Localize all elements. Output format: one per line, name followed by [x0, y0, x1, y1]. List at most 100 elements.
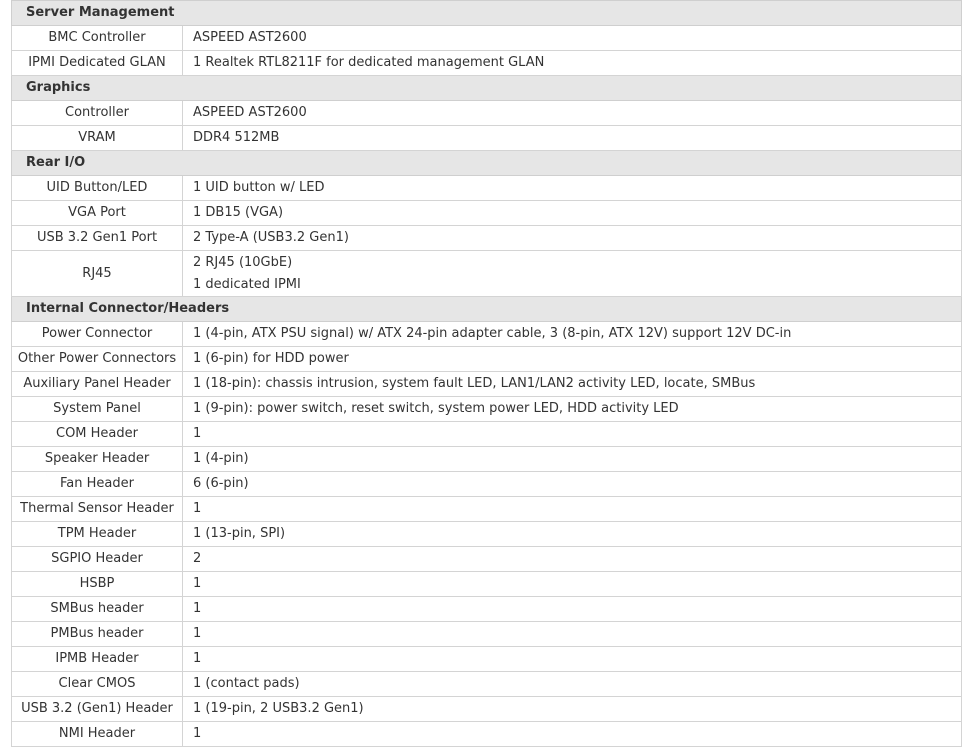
spec-value-line: 1 (19-pin, 2 USB3.2 Gen1): [193, 701, 364, 716]
spec-label: System Panel: [11, 396, 183, 422]
spec-value-line: 1 (13-pin, SPI): [193, 526, 286, 541]
table-row: Auxiliary Panel Header 1 (18-pin): chassi…: [11, 371, 963, 397]
spec-value: 2 Type-A (USB3.2 Gen1): [181, 225, 963, 251]
table-row: IPMI Dedicated GLAN 1 Realtek RTL8211F fo…: [11, 50, 963, 76]
table-row: SGPIO Header 2: [11, 546, 963, 572]
spec-value: 1 (6-pin) for HDD power: [181, 346, 963, 372]
spec-value-line: 1 Realtek RTL8211F for dedicated managem…: [193, 55, 545, 70]
spec-label: USB 3.2 Gen1 Port: [11, 225, 183, 251]
table-row: Controller ASPEED AST2600: [11, 100, 963, 126]
spec-label: Controller: [11, 100, 183, 126]
spec-label: Other Power Connectors: [11, 346, 183, 372]
spec-value-line: 1: [193, 601, 202, 616]
table-row: COM Header 1: [11, 421, 963, 447]
section-title: Internal Connector/Headers: [10, 296, 963, 322]
table-row: Power Connector 1 (4-pin, ATX PSU signal)…: [11, 321, 963, 347]
spec-value: 1: [181, 596, 963, 622]
spec-value-line: 1: [193, 626, 202, 641]
spec-value-line: 1 (contact pads): [193, 676, 300, 691]
spec-value: 2: [181, 546, 963, 572]
spec-label: PMBus header: [11, 621, 183, 647]
spec-label: Power Connector: [11, 321, 183, 347]
spec-value-line: 1: [193, 651, 202, 666]
spec-value: DDR4 512MB: [181, 125, 963, 151]
spec-label: SMBus header: [11, 596, 183, 622]
spec-value: 1 (18-pin): chassis intrusion, system fa…: [181, 371, 963, 397]
spec-value-line: ASPEED AST2600: [193, 30, 307, 45]
spec-label: BMC Controller: [11, 25, 183, 51]
spec-value: 1 (13-pin, SPI): [181, 521, 963, 547]
spec-value: 1 (19-pin, 2 USB3.2 Gen1): [181, 696, 963, 722]
table-row: VGA Port 1 DB15 (VGA): [11, 200, 963, 226]
spec-value-line: 2: [193, 551, 202, 566]
spec-label: RJ45: [11, 250, 183, 297]
spec-label: Fan Header: [11, 471, 183, 497]
spec-value: 1: [181, 421, 963, 447]
spec-label: IPMB Header: [11, 646, 183, 672]
table-row: Thermal Sensor Header 1: [11, 496, 963, 522]
spec-value-line: 1: [193, 726, 202, 741]
spec-value: ASPEED AST2600: [181, 100, 963, 126]
spec-label: Clear CMOS: [11, 671, 183, 697]
spec-table: Server Management BMC Controller ASPEED AS…: [10, 0, 963, 747]
spec-label: Speaker Header: [11, 446, 183, 472]
section-title: Rear I/O: [10, 150, 963, 176]
spec-label: NMI Header: [11, 721, 183, 747]
spec-value-line: 1 (6-pin) for HDD power: [193, 351, 349, 366]
spec-value: 1: [181, 621, 963, 647]
table-row: TPM Header 1 (13-pin, SPI): [11, 521, 963, 547]
spec-value: 1: [181, 721, 963, 747]
spec-label: COM Header: [11, 421, 183, 447]
spec-value-line: 1: [193, 501, 202, 516]
spec-label: Thermal Sensor Header: [11, 496, 183, 522]
spec-value-line: 1 DB15 (VGA): [193, 205, 284, 220]
section-header-row: Rear I/O: [10, 150, 963, 176]
spec-value-line: 1: [193, 426, 202, 441]
section-header-row: Graphics: [10, 75, 963, 101]
spec-value: 1 UID button w/ LED: [181, 175, 963, 201]
table-row: USB 3.2 (Gen1) Header 1 (19-pin, 2 USB3.2…: [11, 696, 963, 722]
table-row: BMC Controller ASPEED AST2600: [11, 25, 963, 51]
section-title: Server Management: [10, 0, 963, 26]
spec-label: VGA Port: [11, 200, 183, 226]
table-row: NMI Header 1: [11, 721, 963, 747]
spec-label: TPM Header: [11, 521, 183, 547]
spec-value: 6 (6-pin): [181, 471, 963, 497]
table-row: USB 3.2 Gen1 Port 2 Type-A (USB3.2 Gen1): [11, 225, 963, 251]
spec-value-line: 1 (18-pin): chassis intrusion, system fa…: [193, 376, 756, 391]
spec-value-line: 6 (6-pin): [193, 476, 249, 491]
spec-label: Auxiliary Panel Header: [11, 371, 183, 397]
spec-value-line: DDR4 512MB: [193, 130, 280, 145]
section-title: Graphics: [10, 75, 963, 101]
spec-value: 1 DB15 (VGA): [181, 200, 963, 226]
spec-label: USB 3.2 (Gen1) Header: [11, 696, 183, 722]
table-row: Speaker Header 1 (4-pin): [11, 446, 963, 472]
table-row: System Panel 1 (9-pin): power switch, res…: [11, 396, 963, 422]
spec-value-line: 1 (4-pin): [193, 451, 249, 466]
spec-value-line: 1 dedicated IPMI: [193, 276, 301, 292]
spec-value: 1: [181, 646, 963, 672]
spec-value: 1 Realtek RTL8211F for dedicated managem…: [181, 50, 963, 76]
spec-label: HSBP: [11, 571, 183, 597]
section-header-row: Server Management: [10, 0, 963, 26]
table-row: IPMB Header 1: [11, 646, 963, 672]
spec-label: VRAM: [11, 125, 183, 151]
spec-value-line: 1 (4-pin, ATX PSU signal) w/ ATX 24-pin …: [193, 326, 792, 341]
spec-label: IPMI Dedicated GLAN: [11, 50, 183, 76]
spec-value-line: 1: [193, 576, 202, 591]
table-row: PMBus header 1: [11, 621, 963, 647]
spec-value-line: 2 Type-A (USB3.2 Gen1): [193, 230, 349, 245]
spec-value: 1 (9-pin): power switch, reset switch, s…: [181, 396, 963, 422]
spec-table-body: Server Management BMC Controller ASPEED AS…: [10, 0, 963, 747]
table-row: UID Button/LED 1 UID button w/ LED: [11, 175, 963, 201]
table-row: Clear CMOS 1 (contact pads): [11, 671, 963, 697]
spec-value: 1 (4-pin, ATX PSU signal) w/ ATX 24-pin …: [181, 321, 963, 347]
table-row: Other Power Connectors 1 (6-pin) for HDD …: [11, 346, 963, 372]
spec-value: 1 (contact pads): [181, 671, 963, 697]
table-row: HSBP 1: [11, 571, 963, 597]
spec-label: SGPIO Header: [11, 546, 183, 572]
spec-value-line: 2 RJ45 (10GbE): [193, 254, 293, 270]
spec-value-line: ASPEED AST2600: [193, 105, 307, 120]
table-row: SMBus header 1: [11, 596, 963, 622]
spec-label: UID Button/LED: [11, 175, 183, 201]
